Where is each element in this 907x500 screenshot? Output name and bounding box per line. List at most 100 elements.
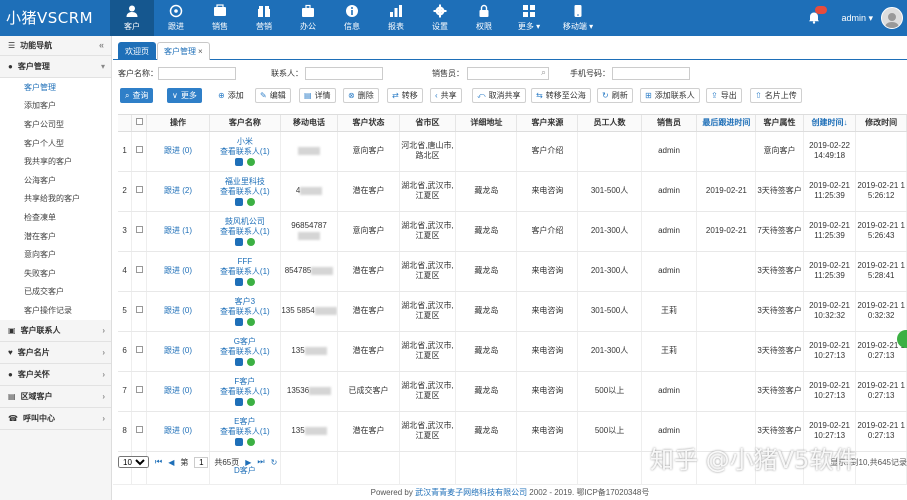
paw-icon[interactable] (234, 277, 243, 286)
followup-link[interactable]: 跟进 (0) (146, 291, 211, 332)
close-icon[interactable]: × (198, 47, 203, 56)
row-checkbox-cell[interactable] (131, 291, 147, 332)
sidebar-group-contacts[interactable]: ▣ 客户联系人 › (0, 320, 111, 342)
contact-input[interactable] (305, 67, 383, 80)
card-upload-button[interactable]: ⇧ 名片上传 (750, 88, 802, 103)
table-row[interactable]: 2 跟进 (2) 福业里科技 查看联系人(1) 4 潜在客户 湖北省,武汉市,江夏区 藏龙岛来… (118, 171, 907, 212)
followup-link[interactable]: 跟进 (0) (146, 371, 211, 412)
search-icon[interactable]: ⌕ (541, 67, 546, 78)
nav-info[interactable]: 信息 (330, 0, 374, 36)
row-checkbox[interactable] (135, 186, 143, 193)
nav-report[interactable]: 报表 (374, 0, 418, 36)
detail-button[interactable]: ▤ 详情 (299, 88, 336, 103)
row-checkbox[interactable] (135, 346, 143, 353)
sidebar-group-customer-manage[interactable]: ● 客户管理 ▾ (0, 56, 111, 78)
tab-welcome[interactable]: 欢迎页 (118, 42, 156, 60)
paw-icon[interactable] (234, 437, 243, 446)
nav-settings[interactable]: 设置 (418, 0, 462, 36)
sidebar-item-my-shared[interactable]: 我共享的客户 (0, 152, 111, 171)
view-contacts-link[interactable]: 查看联系人(1) (210, 227, 279, 237)
customer-name-cell[interactable]: G客户 查看联系人(1) (209, 331, 281, 372)
move-to-public-button[interactable]: ⇆ 转移至公海 (531, 88, 591, 103)
nav-mobile[interactable]: 移动端 ▾ (552, 0, 604, 36)
paw-icon[interactable] (234, 397, 243, 406)
followup-link[interactable]: 跟进 (0) (146, 251, 211, 292)
customer-name-link[interactable]: 鼓风机公司 (210, 217, 279, 227)
row-checkbox[interactable] (135, 266, 143, 273)
customer-name-cell[interactable]: F客户 查看联系人(1) (209, 371, 281, 412)
first-page-icon[interactable]: ⏮ (155, 457, 162, 467)
view-contacts-link[interactable]: 查看联系人(1) (210, 147, 279, 157)
col-last-followup[interactable]: 最后跟进时间 (696, 115, 757, 132)
customer-name-link[interactable]: FFF (210, 257, 279, 267)
paw-icon[interactable] (234, 357, 243, 366)
row-checkbox-cell[interactable] (131, 171, 147, 212)
customer-name-cell[interactable]: 鼓风机公司 查看联系人(1) (209, 211, 281, 252)
col-checkbox[interactable] (131, 115, 147, 132)
followup-link[interactable]: 跟进 (2) (146, 171, 211, 212)
sales-input[interactable] (467, 67, 549, 80)
footer-company-link[interactable]: 武汉青青麦子网络科技有限公司 (415, 488, 527, 497)
query-button[interactable]: ⌕ 查询 (120, 88, 154, 103)
nav-permission[interactable]: 权限 (462, 0, 506, 36)
nav-customer[interactable]: 客户 (110, 0, 154, 36)
customer-name-link[interactable]: E客户 (210, 417, 279, 427)
row-checkbox-cell[interactable] (131, 251, 147, 292)
refresh-green-icon[interactable] (246, 317, 255, 326)
row-checkbox-cell[interactable] (131, 211, 147, 252)
row-checkbox[interactable] (135, 226, 143, 233)
customer-name-cell[interactable]: 小米 查看联系人(1) (209, 131, 281, 172)
row-checkbox[interactable] (135, 306, 143, 313)
sidebar-group-care[interactable]: ● 客户关怀 › (0, 364, 111, 386)
customer-name-link[interactable]: 小米 (210, 137, 279, 147)
row-checkbox[interactable] (135, 386, 143, 393)
user-name[interactable]: admin ▾ (841, 13, 873, 24)
row-checkbox-cell[interactable] (131, 331, 147, 372)
refresh-green-icon[interactable] (246, 397, 255, 406)
phone-input[interactable] (612, 67, 690, 80)
edit-button[interactable]: ✎ 编辑 (255, 88, 291, 103)
last-page-icon[interactable]: ⏭ (257, 457, 264, 467)
customer-name-link[interactable]: G客户 (210, 337, 279, 347)
customer-name-cell[interactable]: FFF 查看联系人(1) (209, 251, 281, 292)
refresh-green-icon[interactable] (246, 197, 255, 206)
cancel-share-button[interactable]: ⤺ 取消共享 (472, 88, 526, 103)
sidebar-item-add-customer[interactable]: 添加客户 (0, 96, 111, 116)
customer-name-link[interactable]: F客户 (210, 377, 279, 387)
customer-name-cell[interactable]: 福业里科技 查看联系人(1) (209, 171, 281, 212)
paw-icon[interactable] (234, 237, 243, 246)
view-contacts-link[interactable]: 查看联系人(1) (210, 347, 279, 357)
sidebar-item-intended[interactable]: 意向客户 (0, 245, 111, 264)
table-row[interactable]: 1 跟进 (0) 小米 查看联系人(1) 意向客户 河北省,唐山市,路北区 客户介绍 admi… (118, 131, 907, 172)
sidebar-item-personal-customer[interactable]: 客户个人型 (0, 133, 111, 153)
view-contacts-link[interactable]: 查看联系人(1) (210, 307, 279, 317)
page-number-input[interactable] (194, 456, 209, 468)
refresh-green-icon[interactable] (246, 357, 255, 366)
followup-link[interactable]: 跟进 (0) (146, 411, 211, 452)
followup-link[interactable]: 跟进 (1) (146, 211, 211, 252)
sidebar-item-public-pool[interactable]: 公海客户 (0, 170, 111, 190)
col-created[interactable]: 创建时间↓ (803, 115, 857, 132)
row-checkbox[interactable] (135, 426, 143, 433)
sidebar-group-call-center[interactable]: ☎ 呼叫中心 › (0, 408, 111, 430)
followup-link[interactable]: 跟进 (0) (146, 331, 211, 372)
sidebar-item-check-duplicate[interactable]: 检查凍单 (0, 208, 111, 227)
table-row[interactable]: 7 跟进 (0) F客户 查看联系人(1) 13536 已成交客户 湖北省,武汉市,江夏区藏… (118, 371, 907, 412)
view-contacts-link[interactable]: 查看联系人(1) (210, 427, 279, 437)
row-checkbox-cell[interactable] (131, 411, 147, 452)
customer-name-cell[interactable]: E客户 查看联系人(1) (209, 411, 281, 452)
nav-office[interactable]: 办公 (286, 0, 330, 36)
delete-button[interactable]: ⊗ 删除 (343, 88, 379, 103)
sidebar-group-region[interactable]: ▤ 区域客户 › (0, 386, 111, 408)
sidebar-item-company-customer[interactable]: 客户公司型 (0, 115, 111, 134)
more-button[interactable]: ∨ 更多 (167, 88, 202, 103)
sidebar-item-failed[interactable]: 失败客户 (0, 263, 111, 283)
refresh-green-icon[interactable] (246, 157, 255, 166)
customer-name-link[interactable]: 客户3 (210, 297, 279, 307)
select-all-checkbox[interactable] (135, 118, 143, 126)
view-contacts-link[interactable]: 查看联系人(1) (210, 187, 279, 197)
refresh-green-icon[interactable] (246, 277, 255, 286)
view-contacts-link[interactable]: 查看联系人(1) (210, 387, 279, 397)
refresh-green-icon[interactable] (246, 237, 255, 246)
share-button[interactable]: ‹ 共享 (430, 88, 462, 103)
